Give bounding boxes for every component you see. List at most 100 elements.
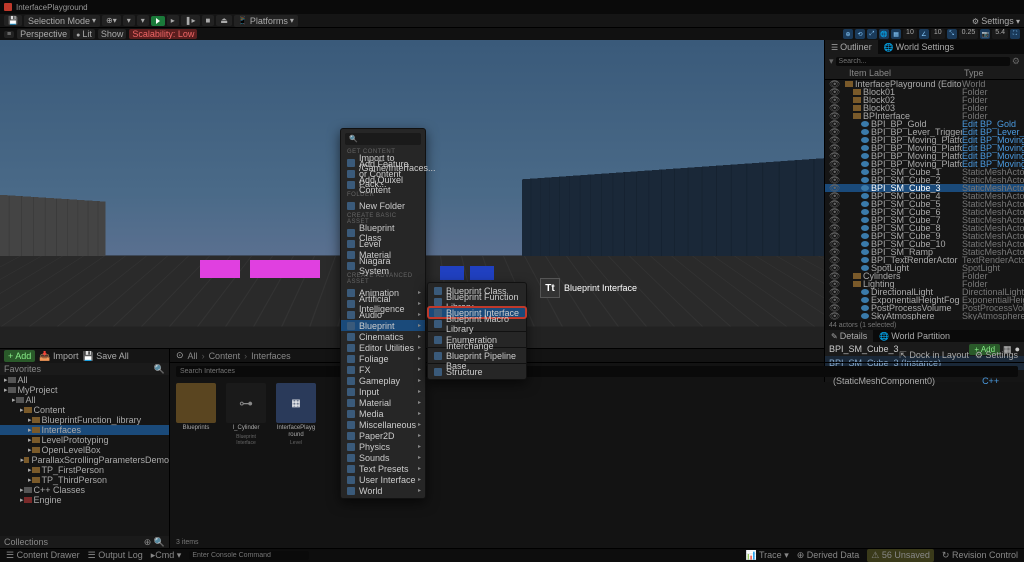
source-tree-item[interactable]: ▸ C++ Classes xyxy=(0,485,169,495)
settings-button[interactable]: ⚙ Settings xyxy=(975,350,1018,361)
maximize-icon[interactable]: ⛶ xyxy=(1010,29,1020,39)
cinematics-button[interactable]: ▾ xyxy=(137,15,149,26)
menu-item[interactable]: Audio▸ xyxy=(341,309,425,320)
save-button[interactable]: 💾 xyxy=(4,15,22,26)
tab-world-partition[interactable]: 🌐 World Partition xyxy=(873,330,956,342)
collections-header[interactable]: Collections xyxy=(4,537,48,547)
history-back-button[interactable]: ⊙ xyxy=(176,350,184,361)
transform-scale-icon[interactable]: ⤢ xyxy=(867,29,877,39)
cmd-button[interactable]: ▸Cmd ▾ xyxy=(151,550,182,561)
tab-outliner[interactable]: ☰ Outliner xyxy=(825,40,878,54)
context-search-input[interactable] xyxy=(358,136,449,143)
play-button[interactable] xyxy=(151,16,165,26)
unsaved-badge[interactable]: ⚠ 56 Unsaved xyxy=(867,549,934,562)
menu-item[interactable]: Blueprint Class xyxy=(341,227,425,238)
menu-item[interactable]: Gameplay▸ xyxy=(341,375,425,386)
menu-item[interactable]: Level xyxy=(341,238,425,249)
menu-item[interactable]: Blueprint▸ xyxy=(341,320,425,331)
menu-item[interactable]: Niagara System xyxy=(341,260,425,271)
dock-button[interactable]: ⇱ Dock in Layout xyxy=(899,350,969,361)
filter-icon[interactable]: ▾ xyxy=(829,56,834,67)
snap-angle-icon[interactable]: ∠ xyxy=(919,29,929,39)
source-tree-item[interactable]: ▸ ParallaxScrollingParametersDemo xyxy=(0,455,169,465)
selection-mode-button[interactable]: Selection Mode ▾ xyxy=(24,15,100,27)
import-button[interactable]: 📥 Import xyxy=(39,351,78,362)
show-button[interactable]: Show xyxy=(98,29,127,39)
breadcrumb[interactable]: All xyxy=(188,351,198,361)
outliner-row[interactable]: 👁SkyAtmosphereSkyAtmosphere xyxy=(825,312,1024,320)
asset-tile[interactable]: Blueprints xyxy=(176,383,216,432)
snap-grid-icon[interactable]: ▦ xyxy=(891,29,901,39)
cmd-input[interactable] xyxy=(189,551,309,560)
menu-item[interactable]: Sounds▸ xyxy=(341,452,425,463)
breadcrumb[interactable]: Interfaces xyxy=(251,351,291,361)
snap-angle-value[interactable]: 10 xyxy=(931,29,945,39)
platforms-button[interactable]: 📱 Platforms ▾ xyxy=(234,15,298,27)
tab-world-settings[interactable]: 🌐 World Settings xyxy=(878,40,960,54)
asset-search-input[interactable] xyxy=(176,366,1018,377)
derived-data-button[interactable]: ⊕ Derived Data xyxy=(797,550,860,561)
asset-tile[interactable]: ⊶I_CylinderBlueprint Interface xyxy=(226,383,266,446)
coord-space-icon[interactable]: 🌐 xyxy=(879,29,889,39)
add-collection-button[interactable]: ⊕ 🔍 xyxy=(144,537,165,548)
lit-button[interactable]: ● Lit xyxy=(73,29,95,39)
menu-item[interactable]: Cinematics▸ xyxy=(341,331,425,342)
scalability-button[interactable]: Scalability: Low xyxy=(129,29,197,39)
step-button[interactable]: ❚▸ xyxy=(181,15,200,26)
menu-item[interactable]: Add Quixel Content xyxy=(341,179,425,190)
trace-button[interactable]: 📊 Trace ▾ xyxy=(745,550,788,561)
menu-item[interactable]: Material▸ xyxy=(341,397,425,408)
outliner-search-input[interactable] xyxy=(836,57,1010,66)
snap-scale-icon[interactable]: ⤡ xyxy=(947,29,957,39)
source-tree-item[interactable]: ▸ BlueprintFunction_library xyxy=(0,415,169,425)
settings-icon[interactable]: ⚙ xyxy=(1012,56,1020,67)
asset-tile[interactable]: ▦InterfacePlaygroundLevel xyxy=(276,383,316,446)
source-tree-item[interactable]: ▸ LevelPrototyping xyxy=(0,435,169,445)
breadcrumb[interactable]: Content xyxy=(209,351,241,361)
snap-grid-value[interactable]: 10 xyxy=(903,29,917,39)
menu-item[interactable]: New Folder xyxy=(341,200,425,211)
menu-item[interactable]: Miscellaneous▸ xyxy=(341,419,425,430)
menu-item[interactable]: Paper2D▸ xyxy=(341,430,425,441)
search-icon[interactable]: 🔍 xyxy=(154,364,165,375)
favorites-header[interactable]: Favorites xyxy=(4,364,154,374)
menu-item[interactable]: Physics▸ xyxy=(341,441,425,452)
submenu-item[interactable]: Structure xyxy=(428,366,526,377)
camera-speed-value[interactable]: 5.4 xyxy=(992,29,1008,39)
add-actor-button[interactable]: ⊕▾ xyxy=(102,15,121,26)
menu-item[interactable]: Media▸ xyxy=(341,408,425,419)
play-options-button[interactable]: ▸ xyxy=(167,15,179,26)
revision-control-button[interactable]: ↻ Revision Control xyxy=(942,550,1018,561)
menu-item[interactable]: Text Presets▸ xyxy=(341,463,425,474)
source-tree-item[interactable]: ▸ Engine xyxy=(0,495,169,505)
snap-scale-value[interactable]: 0.25 xyxy=(959,29,979,39)
eject-button[interactable]: ⏏ xyxy=(216,15,232,26)
source-tree-item[interactable]: ▸ TP_ThirdPerson xyxy=(0,475,169,485)
submenu-item[interactable]: Blueprint Function Library xyxy=(428,296,526,307)
transform-rotate-icon[interactable]: ⟲ xyxy=(855,29,865,39)
blueprints-button[interactable]: ▾ xyxy=(123,15,135,26)
menu-item[interactable]: Input▸ xyxy=(341,386,425,397)
source-tree-item[interactable]: ▸ TP_FirstPerson xyxy=(0,465,169,475)
perspective-button[interactable]: Perspective xyxy=(17,29,70,39)
source-tree-item[interactable]: ▸ Interfaces xyxy=(0,425,169,435)
source-tree-item[interactable]: ▸ All xyxy=(0,375,169,385)
submenu-item[interactable]: Interchange Blueprint Pipeline Base xyxy=(428,350,526,361)
output-log-button[interactable]: ☰ Output Log xyxy=(88,550,143,561)
source-tree-item[interactable]: ▸ Content xyxy=(0,405,169,415)
viewport-menu-button[interactable]: ≡ xyxy=(4,31,14,38)
menu-item[interactable]: World▸ xyxy=(341,485,425,496)
camera-speed-icon[interactable]: 📷 xyxy=(980,29,990,39)
save-all-button[interactable]: 💾 Save All xyxy=(83,351,129,362)
tab-details[interactable]: ✎ Details xyxy=(825,330,873,342)
menu-item[interactable]: Foliage▸ xyxy=(341,353,425,364)
stop-button[interactable]: ■ xyxy=(202,15,215,26)
settings-button[interactable]: ⚙ Settings ▾ xyxy=(972,16,1020,26)
menu-item[interactable]: Artificial Intelligence▸ xyxy=(341,298,425,309)
source-tree-item[interactable]: ▸ All xyxy=(0,395,169,405)
content-drawer-button[interactable]: ☰ Content Drawer xyxy=(6,550,80,561)
submenu-item[interactable]: Blueprint Macro Library xyxy=(428,318,526,329)
menu-item[interactable]: FX▸ xyxy=(341,364,425,375)
source-tree-item[interactable]: ▸ MyProject xyxy=(0,385,169,395)
source-tree-item[interactable]: ▸ OpenLevelBox xyxy=(0,445,169,455)
